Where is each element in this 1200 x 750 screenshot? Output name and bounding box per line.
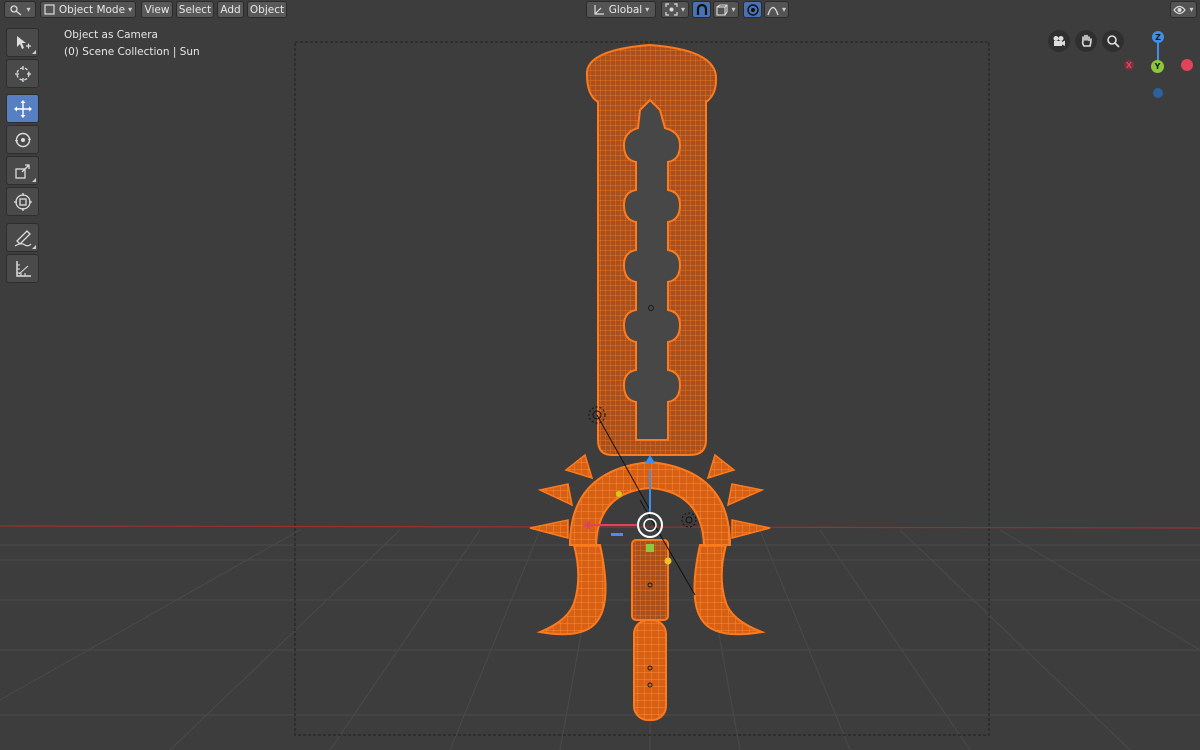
- tool-scale[interactable]: [6, 156, 39, 185]
- menu-add[interactable]: Add: [217, 1, 244, 18]
- camera-view-icon: [1053, 36, 1065, 46]
- menu-select[interactable]: Select: [176, 1, 214, 18]
- transform-icon: [13, 192, 32, 211]
- pivot-point-icon: [665, 3, 678, 16]
- collection-label: (0) Scene Collection | Sun: [64, 46, 200, 58]
- view3d-editor-icon: [10, 4, 22, 16]
- camera-view-button[interactable]: [1048, 30, 1070, 52]
- left-claw: [536, 544, 607, 636]
- orientation-label: Global: [608, 3, 643, 16]
- gizmo-neg-z-axis[interactable]: [1153, 88, 1163, 98]
- tool-select-box[interactable]: [6, 28, 39, 57]
- right-claw: [693, 544, 766, 636]
- gizmo-x-axis[interactable]: [1181, 59, 1193, 71]
- blade-fuller: [622, 98, 682, 441]
- editor-type-button[interactable]: ▾: [4, 1, 36, 18]
- orientation-dropdown[interactable]: Global ▾: [586, 1, 656, 18]
- rotate-icon: [14, 132, 31, 147]
- gizmo-z-axis[interactable]: Z: [1152, 31, 1164, 43]
- select-box-icon: [16, 35, 31, 49]
- chevron-down-icon: ▾: [680, 5, 685, 14]
- tool-cursor[interactable]: [6, 59, 39, 88]
- visibility-dropdown[interactable]: ▾: [1170, 1, 1197, 18]
- pan-view-button[interactable]: [1075, 30, 1097, 52]
- light-object: [681, 512, 697, 528]
- mode-dropdown[interactable]: Object Mode ▾: [40, 1, 136, 18]
- chevron-down-icon: ▾: [26, 5, 31, 14]
- cursor-icon: [14, 65, 31, 82]
- viewport-header: ▾ Object Mode ▾ View Select Add Object G…: [0, 0, 1200, 20]
- navigation-gizmo[interactable]: Z X Y: [1118, 28, 1198, 100]
- chevron-down-icon: ▾: [1189, 5, 1194, 14]
- move-icon: [13, 99, 32, 118]
- sword-model[interactable]: [529, 43, 771, 721]
- menu-object[interactable]: Object: [247, 1, 287, 18]
- pivot-point-dropdown[interactable]: ▾: [661, 1, 689, 18]
- proportional-edit-icon: [746, 3, 759, 16]
- view-name-label: Object as Camera: [64, 29, 158, 41]
- tool-transform[interactable]: [6, 187, 39, 216]
- tool-annotate[interactable]: [6, 223, 39, 252]
- scale-icon: [14, 163, 30, 179]
- snap-target-dropdown[interactable]: ▾: [713, 1, 739, 18]
- mode-label: Object Mode: [58, 3, 126, 16]
- x-axis-line: [0, 525, 1200, 529]
- chevron-down-icon: ▾: [731, 5, 736, 14]
- annotate-icon: [14, 229, 31, 247]
- chevron-down-icon: ▾: [781, 5, 786, 14]
- hand-pan-icon: [1081, 34, 1092, 47]
- tool-rotate[interactable]: [6, 125, 39, 154]
- proportional-edit-toggle[interactable]: [743, 1, 762, 18]
- axes-orientation-icon: [594, 4, 604, 15]
- chevron-down-icon: ▾: [645, 5, 650, 14]
- snap-toggle[interactable]: [692, 1, 711, 18]
- magnet-snap-icon: [696, 3, 707, 15]
- gizmo-neg-x-axis[interactable]: X: [1124, 60, 1134, 70]
- falloff-curve-icon: [767, 6, 779, 15]
- snap-cube-icon: [716, 3, 729, 16]
- menu-view[interactable]: View: [141, 1, 173, 18]
- viewport-3d[interactable]: [0, 0, 1200, 750]
- measure-icon: [15, 260, 31, 277]
- eye-visibility-icon: [1173, 5, 1187, 14]
- tool-measure[interactable]: [6, 254, 39, 283]
- tool-move[interactable]: [6, 94, 39, 123]
- gizmo-y-axis[interactable]: Y: [1151, 60, 1164, 73]
- falloff-dropdown[interactable]: ▾: [764, 1, 789, 18]
- chevron-down-icon: ▾: [128, 5, 133, 14]
- object-mode-icon: [44, 4, 55, 15]
